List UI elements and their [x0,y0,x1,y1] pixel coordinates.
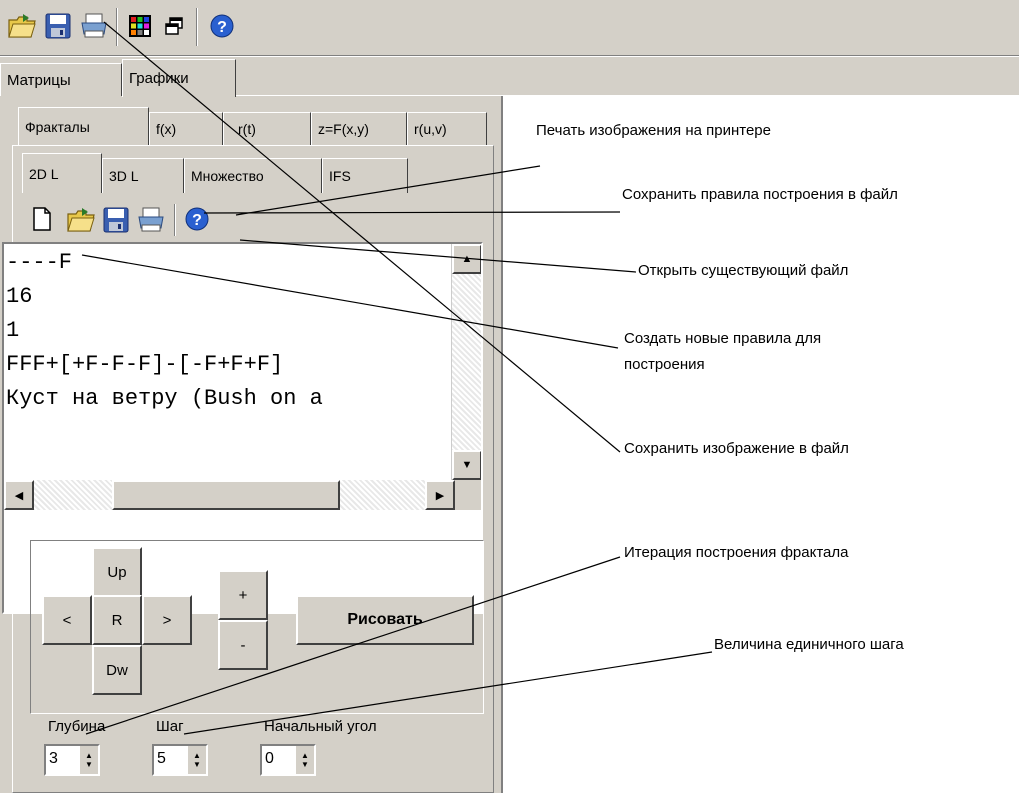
graphs-panel: Фракталы f(x) r(t) z=F(x,y) r(u,v) 2D L … [0,96,503,793]
editor-line: Куст на ветру (Bush on a [6,386,323,411]
left-button-label: < [62,611,72,629]
depth-label: Глубина [48,718,106,735]
open-folder-icon[interactable] [66,206,96,234]
help-icon[interactable]: ? [184,206,212,234]
editor-line: 16 [6,284,33,309]
color-grid-icon[interactable] [122,8,158,44]
tab-ruv[interactable]: r(u,v) [407,112,487,145]
step-label: Шаг [156,718,184,735]
tab-fractals[interactable]: Фракталы [18,107,149,145]
svg-text:?: ? [192,212,202,229]
tab-set[interactable]: Множество [184,158,322,193]
annotation-save-image: Сохранить изображение в файл [624,440,849,457]
annotation-new-rules-line2: построения [624,356,705,373]
annotation-open-file: Открыть существующий файл [638,262,849,279]
tab-label: 2D L [29,165,59,182]
depth-value: 3 [49,750,58,767]
windows-icon[interactable] [156,8,192,44]
zoom-out-button[interactable]: - [218,620,268,670]
tab-zfxy[interactable]: z=F(x,y) [311,112,407,145]
editor-line: ----F [6,250,73,275]
left-button[interactable]: < [42,595,92,645]
horizontal-scrollbar[interactable]: ◀ ▶ [4,480,455,510]
scroll-down-icon[interactable]: ▼ [452,450,481,480]
tab-label: IFS [329,168,351,184]
annotation-new-rules-line1: Создать новые правила для [624,330,822,347]
open-folder-icon[interactable] [4,8,40,44]
up-button-label: Up [107,563,127,581]
angle-spinner[interactable]: 0 ▲ ▼ [260,744,316,776]
main-tabbar: Матрицы Графики [0,57,1019,97]
save-disk-icon[interactable] [40,8,76,44]
right-button[interactable]: > [142,595,192,645]
new-file-icon[interactable] [30,206,58,234]
tab-rt[interactable]: r(t) [223,112,311,145]
zoom-in-label: + [238,586,248,604]
help-icon[interactable]: ? [204,8,240,44]
spinner-arrows-icon[interactable]: ▲ ▼ [188,746,206,774]
annotation-step-size: Величина единичного шага [714,636,904,653]
zoom-out-label: - [240,636,246,654]
rules-toolbar: ? [20,200,490,240]
tab-matrices[interactable]: Матрицы [0,63,122,96]
zoom-in-button[interactable]: + [218,570,268,620]
tab-label: 3D L [109,168,139,184]
angle-value: 0 [265,750,274,767]
tab-label: r(u,v) [414,121,447,137]
tab-3d-l[interactable]: 3D L [102,158,184,193]
tab-label: f(x) [156,121,177,137]
printer-icon[interactable] [136,206,166,234]
tab-ifs[interactable]: IFS [322,158,408,193]
down-button[interactable]: Dw [92,645,142,695]
tab-label: r(t) [238,121,256,137]
spinner-arrows-icon[interactable]: ▲ ▼ [80,746,98,774]
tab-label: Фракталы [25,118,90,135]
annotation-print: Печать изображения на принтере [536,122,771,139]
up-button[interactable]: Up [92,547,142,597]
editor-text[interactable]: ----F 16 1 FFF+[+F-F-F]-[-F+F+F] Куст на… [4,246,454,480]
scroll-left-icon[interactable]: ◀ [4,480,34,510]
right-button-label: > [162,611,172,629]
scroll-right-icon[interactable]: ▶ [425,480,455,510]
printer-icon[interactable] [76,8,112,44]
tab-label: Множество [191,168,264,184]
svg-text:?: ? [217,19,227,36]
annotation-save-rules: Сохранить правила построения в файл [622,186,898,203]
vertical-scrollbar[interactable]: ▲ ▼ [451,244,481,480]
reset-button[interactable]: R [92,595,142,645]
tab-2d-l[interactable]: 2D L [22,153,102,193]
down-button-label: Dw [106,661,128,679]
depth-spinner[interactable]: 3 ▲ ▼ [44,744,100,776]
save-disk-icon[interactable] [102,206,130,234]
editor-line: 1 [6,318,20,343]
tab-graphs[interactable]: Графики [122,59,236,97]
main-toolbar: ? [0,0,1019,56]
tab-label: Матрицы [7,71,71,89]
scroll-thumb[interactable] [112,480,340,510]
tab-label: z=F(x,y) [318,121,369,137]
draw-button[interactable]: Рисовать [296,595,474,645]
scroll-up-icon[interactable]: ▲ [452,244,481,274]
tab-label: Графики [129,70,189,87]
step-spinner[interactable]: 5 ▲ ▼ [152,744,208,776]
reset-button-label: R [111,611,123,629]
spinner-arrows-icon[interactable]: ▲ ▼ [296,746,314,774]
draw-button-label: Рисовать [347,611,423,628]
step-value: 5 [157,750,166,767]
scroll-corner [455,480,481,510]
annotation-iteration: Итерация построения фрактала [624,544,849,561]
tab-fx[interactable]: f(x) [149,112,223,145]
editor-line: FFF+[+F-F-F]-[-F+F+F] [6,352,284,377]
angle-label: Начальный угол [264,718,377,735]
